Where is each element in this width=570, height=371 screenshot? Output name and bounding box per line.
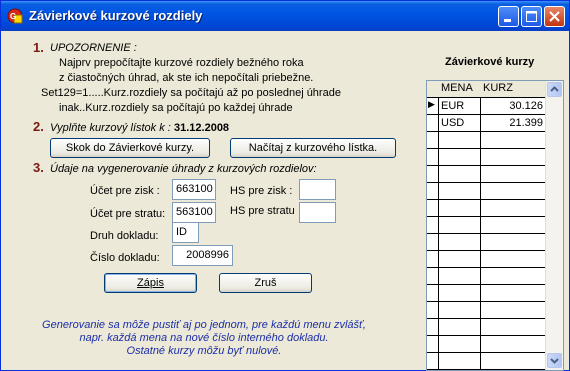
cislo-dokladu-label: Číslo dokladu: (90, 252, 160, 264)
hs-zisk-field[interactable] (299, 179, 336, 200)
app-window: G Závierkové kurzové rozdiely 1. UPOZORN… (0, 0, 570, 371)
grid-body: ▶ EUR 30.126 USD 21.399 (427, 98, 547, 370)
warning-line-2: z čiastočných úhrad, ak ste ich nepočíta… (59, 72, 314, 84)
warning-line-4: inak..Kurz.rozdiely sa počítajú po každe… (59, 102, 293, 114)
zapis-label: Zápis (137, 277, 164, 289)
title-bar[interactable]: G Závierkové kurzové rozdiely (1, 1, 569, 31)
zapis-button[interactable]: Zápis (104, 273, 197, 293)
zrus-label: Zruš (254, 277, 277, 289)
warning-line-1: Najprv prepočítajte kurzové rozdiely bež… (59, 57, 304, 69)
close-icon (549, 11, 560, 22)
row-kurz[interactable]: 21.399 (481, 117, 543, 129)
exchange-rate-grid[interactable]: MENA KURZ ▶ EUR 30.126 USD 21.399 (426, 80, 564, 371)
hs-zisk-label: HS pre zisk : (230, 185, 293, 197)
minimize-icon (504, 19, 511, 22)
section-3-number: 3. (33, 160, 44, 175)
row-mena[interactable]: EUR (441, 100, 464, 112)
zrus-button[interactable]: Zruš (219, 273, 312, 293)
minimize-button[interactable] (498, 6, 519, 27)
rate-sheet-date: 31.12.2008 (174, 122, 230, 134)
chevron-up-icon (550, 86, 559, 92)
warning-heading: UPOZORNENIE : (50, 42, 137, 54)
current-row-icon: ▶ (428, 99, 435, 109)
grid-title: Závierkové kurzy (445, 56, 535, 68)
window-title: Závierkové kurzové rozdiely (29, 8, 203, 23)
cislo-dokladu-field[interactable]: 2008996 (172, 245, 233, 266)
row-kurz[interactable]: 30.126 (481, 100, 543, 112)
rate-sheet-label: Vyplňte kurzový lístok k : (50, 122, 171, 134)
ucet-zisk-label: Účet pre zisk : (90, 185, 160, 197)
ucet-strata-label: Účet pre stratu: (90, 208, 166, 220)
chevron-down-icon (550, 358, 559, 364)
grid-header: MENA KURZ (427, 81, 547, 98)
section-1-number: 1. (33, 40, 44, 55)
note-line-3: Ostatné kurzy môžu byť nulové. (126, 345, 282, 357)
ucet-zisk-field[interactable]: 663100 (172, 179, 216, 200)
generation-label: Údaje na vygenerovanie úhrady z kurzovýc… (50, 163, 317, 175)
note-line-1: Generovanie sa môže pustiť aj po jednom,… (42, 319, 366, 331)
maximize-button[interactable] (521, 6, 542, 27)
maximize-icon (526, 11, 537, 22)
druh-dokladu-field[interactable]: ID (172, 222, 199, 243)
dialog-body: 1. UPOZORNENIE : Najprv prepočítajte kur… (4, 31, 566, 371)
column-header-kurz[interactable]: KURZ (483, 82, 513, 94)
app-icon[interactable]: G (7, 8, 23, 24)
hs-strata-field[interactable] (299, 202, 336, 223)
column-header-mena[interactable]: MENA (441, 82, 473, 94)
warning-line-3: Set129=1.....Kurz.rozdiely sa počítajú a… (41, 87, 341, 99)
svg-text:G: G (10, 12, 16, 21)
skok-zavierkove-kurzy-button[interactable]: Skok do Závierkové kurzy. (50, 138, 210, 158)
scroll-down-button[interactable] (547, 353, 562, 368)
close-button[interactable] (544, 6, 565, 27)
druh-dokladu-label: Druh dokladu: (90, 230, 159, 242)
scroll-up-button[interactable] (547, 82, 562, 97)
column-divider (480, 98, 481, 370)
table-row[interactable]: ▶ EUR 30.126 (427, 98, 547, 115)
vertical-scrollbar[interactable] (545, 81, 563, 370)
table-row[interactable]: USD 21.399 (427, 115, 547, 132)
row-mena[interactable]: USD (441, 117, 464, 129)
nacitaj-kurzovy-listok-button[interactable]: Načítaj z kurzového lístka. (230, 138, 396, 158)
hs-strata-label: HS pre stratu (230, 205, 295, 217)
section-2-number: 2. (33, 119, 44, 134)
note-line-2: napr. každá mena na nové číslo interného… (79, 332, 329, 344)
ucet-strata-field[interactable]: 563100 (172, 202, 216, 223)
